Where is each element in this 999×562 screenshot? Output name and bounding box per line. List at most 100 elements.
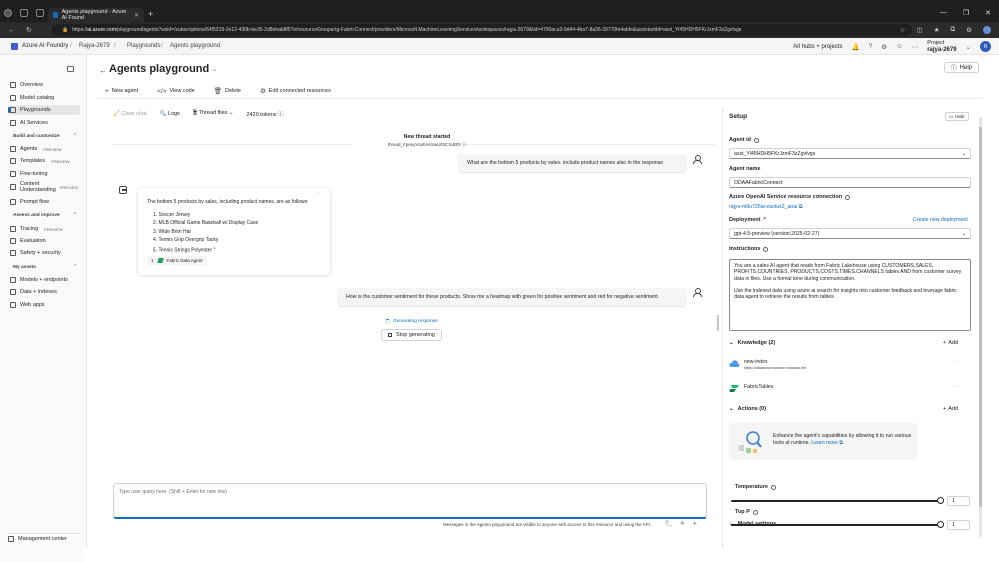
view-code-button[interactable]: </> View code xyxy=(149,88,195,95)
delete-button[interactable]: 🗑 Delete xyxy=(206,87,241,95)
breadcrumb-playgrounds[interactable]: Playgrounds xyxy=(127,43,160,49)
all-hubs-link[interactable]: All hubs + projects xyxy=(793,44,842,50)
info-icon[interactable]: ⓘ xyxy=(278,112,284,118)
sidebar-item-model-catalog[interactable]: Model catalog xyxy=(10,93,80,103)
info-icon[interactable] xyxy=(845,194,851,200)
sidebar-item-content-understanding[interactable]: Content Understanding PREVIEW xyxy=(10,180,80,196)
sidebar-item-evaluation[interactable]: Evaluation xyxy=(10,236,80,246)
sidebar-item-safety[interactable]: Safety + security xyxy=(10,248,80,258)
add-action-button[interactable]: + Add xyxy=(943,406,958,412)
knowledge-item[interactable]: FabricTables ⋯ xyxy=(729,382,965,396)
scrollbar-thumb[interactable] xyxy=(979,127,982,507)
clear-chat-button[interactable]: 🧹 Clear chat xyxy=(113,111,146,117)
aoai-resource-link[interactable]: rajya-m9u725la-eastus2_aoai ⧉ xyxy=(729,204,803,211)
section-assess-and-improve[interactable]: Assess and improve ⌃ xyxy=(13,213,77,218)
panel-resize-handle[interactable] xyxy=(717,315,719,331)
sidebar-item-fine-tuning[interactable]: Fine-tuning xyxy=(10,169,80,179)
extensions-icon[interactable]: ⚙ xyxy=(966,26,972,34)
info-icon[interactable] xyxy=(770,484,776,490)
reference-chip[interactable]: 1 Fabric Data Agent xyxy=(147,256,207,265)
info-icon[interactable] xyxy=(763,246,769,252)
sidebar-item-data-indexes[interactable]: Data + indexes xyxy=(10,287,80,297)
agent-name-input[interactable]: ODAAFabricConnect xyxy=(729,177,971,188)
deployment-dropdown[interactable]: gpt-4.5-preview (version:2025-02-27) ⌄ xyxy=(729,228,971,239)
sidebar-item-overview[interactable]: Overview xyxy=(10,80,80,90)
knowledge-item[interactable]: new-index https://odaasearch.search.wind… xyxy=(729,357,965,371)
edit-resources-button[interactable]: ⚙ Edit connected resources xyxy=(252,87,331,95)
sidebar-item-templates[interactable]: Templates PREVIEW xyxy=(10,156,80,166)
collections-icon[interactable]: ⧉ xyxy=(951,26,956,34)
sidebar-item-models-endpoints[interactable]: Models + endpoints xyxy=(10,275,80,285)
logs-button[interactable]: 🔍 Logs xyxy=(159,111,179,117)
stop-generating-button[interactable]: Stop generating xyxy=(381,329,442,341)
chat-input[interactable]: Type user query here. (Shift + Enter for… xyxy=(113,483,707,519)
citation-marker[interactable]: 1 xyxy=(214,246,216,250)
tab-actions-icon[interactable] xyxy=(36,9,44,17)
knowledge-section[interactable]: ⌄ Knowledge (2) + Add xyxy=(729,340,965,346)
attach-icon[interactable]: ⎘⌄ xyxy=(665,521,672,528)
sidebar-item-ai-services[interactable]: AI Services xyxy=(10,118,80,128)
slider-track[interactable] xyxy=(731,524,941,526)
refresh-icon[interactable]: ↻ xyxy=(26,26,36,34)
sidebar-item-agents[interactable]: Agents PREVIEW xyxy=(10,144,80,154)
learn-more-link[interactable]: Learn more ⧉ xyxy=(811,440,843,446)
info-icon[interactable] xyxy=(752,509,758,515)
gear-icon[interactable]: ⚙ xyxy=(881,43,887,51)
copy-icon[interactable]: ⓘ xyxy=(462,142,467,147)
more-options-icon[interactable]: ⋯ xyxy=(953,359,958,365)
maximize-icon[interactable]: ❐ xyxy=(963,9,969,17)
window-close-icon[interactable]: ✕ xyxy=(985,9,991,17)
slider-thumb[interactable] xyxy=(937,521,944,528)
top-p-slider[interactable]: 1 xyxy=(729,520,970,530)
help-icon[interactable]: ? xyxy=(869,43,873,50)
actions-section[interactable]: ⌄ Actions (0) + Add xyxy=(729,406,965,412)
brand[interactable]: Azure AI Foundry xyxy=(11,42,68,50)
section-my-assets[interactable]: My assets ⌃ xyxy=(13,265,77,270)
split-screen-icon[interactable]: ◫ xyxy=(917,26,923,34)
avatar[interactable]: R xyxy=(980,41,991,52)
section-build-and-customize[interactable]: Build and customize ⌃ xyxy=(13,134,77,139)
tab-close-icon[interactable]: ✕ xyxy=(134,12,139,19)
agent-id-dropdown[interactable]: asst_Yl45HDH5FKrJzmF3zZgvlvgs ⌄ xyxy=(729,148,971,159)
profile-icon[interactable] xyxy=(4,9,12,17)
bell-icon[interactable]: 🔔 xyxy=(852,43,860,51)
thread-files-button[interactable]: 🗎 Thread files ⌄ xyxy=(193,109,234,118)
help-button[interactable]: ⓘ Help xyxy=(943,62,979,73)
info-icon[interactable] xyxy=(754,137,759,143)
instructions-textarea[interactable]: You are a sales AI agent that reads from… xyxy=(729,259,971,331)
collapse-sidebar-icon[interactable] xyxy=(67,66,74,72)
project-selector[interactable]: Project rajya-2679 xyxy=(927,40,956,53)
breadcrumb-project[interactable]: Rajya-2679 xyxy=(79,43,110,49)
slider-thumb[interactable] xyxy=(937,497,944,504)
favorite-star-icon[interactable]: ☆ xyxy=(900,26,906,34)
new-tab-icon[interactable]: + xyxy=(148,9,153,19)
sidebar-item-playgrounds[interactable]: Playgrounds xyxy=(8,105,80,115)
sidebar-item-prompt-flow[interactable]: Prompt flow xyxy=(10,197,80,207)
create-deployment-link[interactable]: Create new deployment xyxy=(913,217,968,223)
add-knowledge-button[interactable]: + Add xyxy=(943,340,958,346)
temperature-input[interactable]: 1 xyxy=(947,496,970,506)
top-p-input[interactable]: 1 xyxy=(947,520,970,530)
sidebar-item-web-apps[interactable]: Web apps xyxy=(10,300,80,310)
feedback-icon[interactable]: ☺ xyxy=(896,43,903,50)
chevron-down-icon[interactable]: ⌄ xyxy=(966,43,971,51)
browser-profile-icon[interactable] xyxy=(983,26,991,34)
back-arrow-icon[interactable]: ← xyxy=(99,66,107,75)
url-field[interactable]: 🔒 https://ai.azure.com/playground/agents?… xyxy=(52,24,912,36)
chevron-down-icon[interactable]: ⌄ xyxy=(212,66,217,73)
workspaces-icon[interactable] xyxy=(20,9,28,17)
slider-track[interactable] xyxy=(731,500,941,502)
back-icon[interactable]: ← xyxy=(8,27,18,34)
setup-scrollbar[interactable] xyxy=(979,117,982,537)
mic-icon[interactable]: ✚ xyxy=(680,521,685,528)
hide-button[interactable]: ▭ Hide xyxy=(945,112,969,121)
more-options-icon[interactable]: ⋯ xyxy=(315,191,320,197)
more-options-icon[interactable]: ⋯ xyxy=(953,384,958,390)
favorites-icon[interactable]: ★ xyxy=(934,26,940,34)
new-agent-button[interactable]: + New agent xyxy=(97,88,138,95)
more-icon[interactable]: ⋯ xyxy=(912,43,919,51)
temperature-slider[interactable]: 1 xyxy=(729,496,970,506)
send-icon[interactable]: ➤ xyxy=(693,521,698,528)
management-center-link[interactable]: Management center xyxy=(8,533,80,543)
minimize-icon[interactable]: — xyxy=(940,9,947,17)
